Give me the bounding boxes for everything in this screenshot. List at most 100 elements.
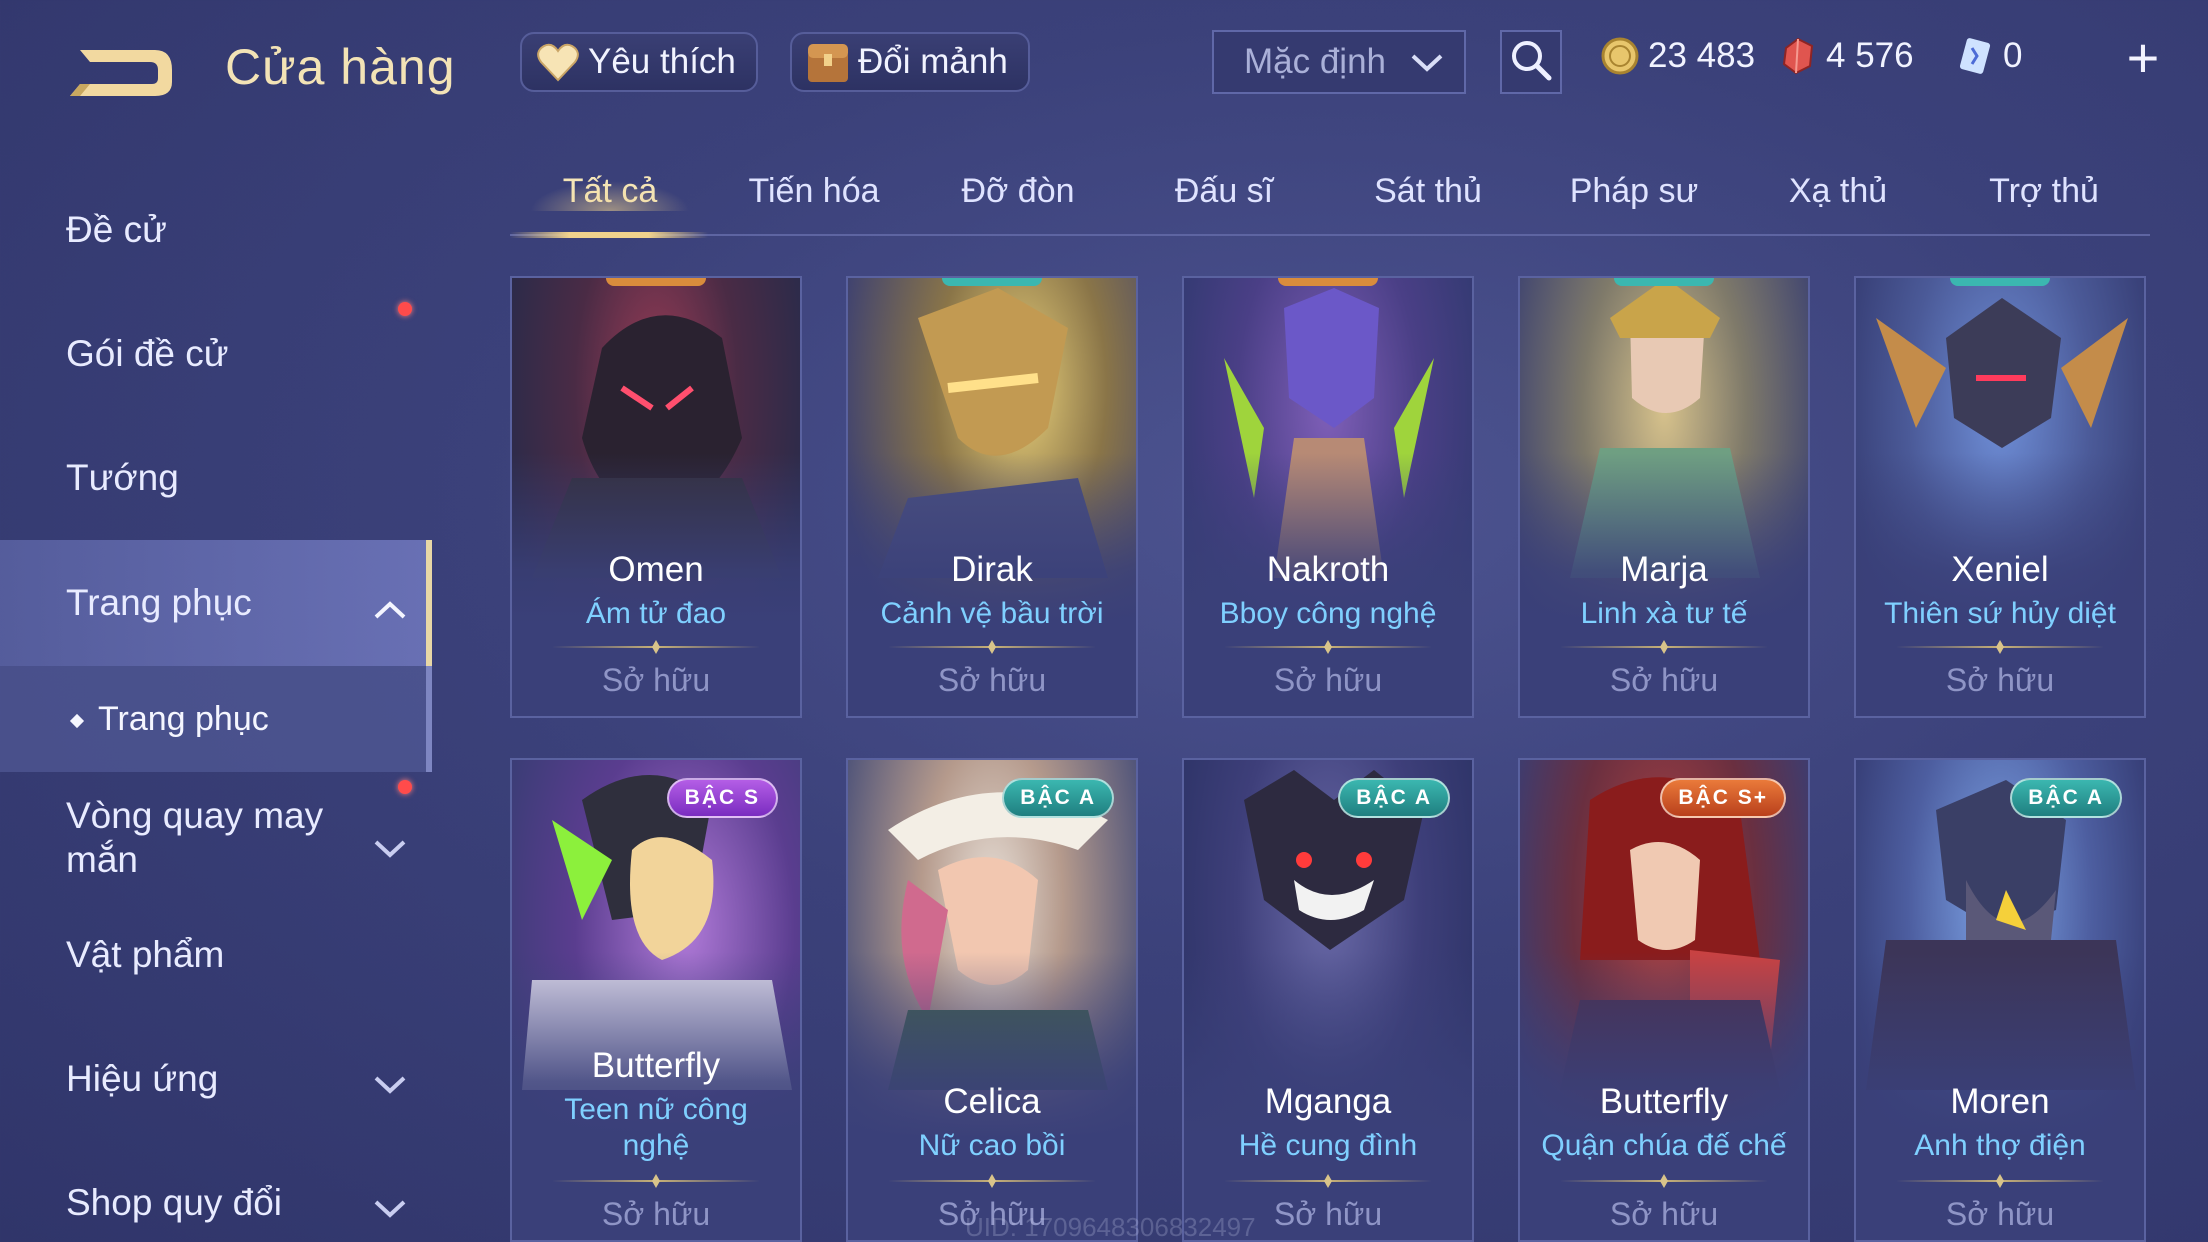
ownership-status: Sở hữu — [1609, 662, 1719, 698]
sidebar-item-label: Shop quy đổi — [66, 1182, 283, 1223]
back-arrow-icon[interactable] — [60, 30, 180, 108]
skin-card[interactable]: Omen Ám tử đao Sở hữu — [510, 276, 802, 718]
tab-tank[interactable]: Đỡ đòn — [918, 172, 1118, 211]
notification-dot — [398, 302, 412, 316]
tab-marksman[interactable]: Xạ thủ — [1738, 172, 1938, 211]
sidebar-item-featured[interactable]: Đề cử — [0, 180, 432, 280]
chevron-down-icon — [373, 1063, 407, 1105]
tier-ribbon — [1278, 278, 1378, 286]
hero-name: Moren — [1950, 1082, 2050, 1121]
tab-all[interactable]: Tất cả — [510, 172, 710, 211]
gem-balance: 4 576 — [1778, 36, 1914, 76]
skin-name: Cảnh vệ bầu trời — [880, 597, 1104, 630]
exchange-label: Đổi mảnh — [858, 42, 1008, 81]
skin-name: Ám tử đao — [585, 597, 727, 630]
tab-label: Đấu sĩ — [1174, 172, 1274, 210]
skin-card[interactable]: BẬC A Moren Anh thợ điện Sở hữu — [1854, 758, 2146, 1242]
tier-badge: BẬC S+ — [1660, 778, 1786, 818]
hero-name: Omen — [608, 550, 704, 589]
ownership-status: Sở hữu — [1273, 662, 1383, 698]
sidebar-item-skins[interactable]: Trang phục — [0, 540, 432, 666]
skin-name: Anh thợ điện — [1914, 1129, 2086, 1162]
search-icon — [1509, 38, 1553, 87]
sidebar-item-label: Đề cử — [66, 209, 167, 250]
hero-name: Mganga — [1264, 1082, 1392, 1121]
sidebar-item-exchange-shop[interactable]: Shop quy đổi — [0, 1153, 432, 1242]
category-tabs: Tất cả Tiến hóa Đỡ đòn Đấu sĩ Sát thủ Ph… — [510, 160, 2150, 238]
tab-fighter[interactable]: Đấu sĩ — [1124, 172, 1324, 211]
card-divider — [1560, 1180, 1768, 1182]
tier-ribbon — [606, 278, 706, 286]
hero-name: Butterfly — [1599, 1082, 1729, 1121]
hero-name: Xeniel — [1951, 550, 2049, 589]
skin-name: Quận chúa đế chế — [1541, 1129, 1787, 1162]
card-divider — [1896, 1180, 2104, 1182]
sort-dropdown[interactable]: Mặc định — [1212, 30, 1466, 94]
skin-name: Bboy công nghệ — [1219, 597, 1437, 630]
sidebar-item-effects[interactable]: Hiệu ứng — [0, 1029, 432, 1129]
tab-glow — [530, 181, 690, 211]
sidebar-item-label: Tướng — [66, 457, 179, 498]
tier-badge: BẬC A — [1338, 778, 1450, 818]
chevron-down-icon — [373, 1187, 407, 1229]
ownership-status: Sở hữu — [1945, 662, 2055, 698]
skin-card[interactable]: Marja Linh xà tư tế Sở hữu — [1518, 276, 1810, 718]
heart-icon — [534, 38, 582, 86]
sidebar-item-items[interactable]: Vật phẩm — [0, 905, 432, 1005]
red-gem-icon — [1778, 36, 1818, 76]
card-divider — [1560, 646, 1768, 648]
sidebar-item-lucky-spin[interactable]: Vòng quay may mắn — [0, 776, 432, 900]
tab-evolution[interactable]: Tiến hóa — [714, 172, 914, 211]
voucher-amount: 0 — [2003, 36, 2023, 75]
chevron-up-icon — [373, 588, 407, 630]
hero-name: Celica — [943, 1082, 1041, 1121]
card-divider — [552, 646, 760, 648]
tab-assassin[interactable]: Sát thủ — [1328, 172, 1528, 211]
skin-card[interactable]: Dirak Cảnh vệ bầu trời Sở hữu — [846, 276, 1138, 718]
ownership-status: Sở hữu — [601, 1196, 711, 1232]
sidebar-item-featured-bundles[interactable]: Gói đề cử — [0, 304, 432, 404]
tier-badge: BẬC A — [1002, 778, 1114, 818]
exchange-shards-button[interactable]: Đổi mảnh — [790, 32, 1030, 92]
favorites-label: Yêu thích — [588, 42, 736, 81]
sidebar-subitem-skins[interactable]: Trang phục — [0, 666, 432, 772]
skin-card[interactable]: Xeniel Thiên sứ hủy diệt Sở hữu — [1854, 276, 2146, 718]
hero-name: Dirak — [951, 550, 1033, 589]
skin-card[interactable]: BẬC S Butterfly Teen nữ công nghệ Sở hữu — [510, 758, 802, 1242]
sidebar: Đề cử Gói đề cử Tướng Trang phục Trang p… — [0, 170, 432, 1242]
sidebar-item-label: Gói đề cử — [66, 333, 229, 374]
treasure-chest-icon — [804, 38, 852, 86]
favorites-button[interactable]: Yêu thích — [520, 32, 758, 92]
skin-name: Teen nữ công nghệ — [564, 1093, 748, 1162]
skin-name: Hề cung đình — [1238, 1129, 1418, 1162]
hero-name: Marja — [1620, 550, 1708, 589]
skin-card[interactable]: BẬC S+ Butterfly Quận chúa đế chế Sở hữu — [1518, 758, 1810, 1242]
card-divider — [1896, 646, 2104, 648]
tab-support[interactable]: Trợ thủ — [1944, 172, 2144, 211]
skin-card[interactable]: BẬC A Celica Nữ cao bồi Sở hữu — [846, 758, 1138, 1242]
sidebar-item-label: Hiệu ứng — [66, 1058, 219, 1099]
tab-mage[interactable]: Pháp sư — [1534, 172, 1734, 211]
notification-dot — [398, 780, 412, 794]
ownership-status: Sở hữu — [601, 662, 711, 698]
tab-label: Đỡ đòn — [961, 172, 1075, 210]
page-title: Cửa hàng — [225, 39, 456, 95]
sidebar-subitem-label: Trang phục — [98, 699, 269, 738]
uid-watermark: UID: 1709648306832497 — [965, 1212, 1256, 1242]
sidebar-item-heroes[interactable]: Tướng — [0, 428, 432, 528]
chevron-down-icon — [1410, 42, 1444, 82]
ownership-status: Sở hữu — [1945, 1196, 2055, 1232]
skin-card[interactable]: BẬC A Mganga Hề cung đình Sở hữu — [1182, 758, 1474, 1242]
tier-ribbon — [1950, 278, 2050, 286]
hero-name: Butterfly — [591, 1046, 721, 1085]
ownership-status: Sở hữu — [1609, 1196, 1719, 1232]
tab-label: Trợ thủ — [1989, 172, 2099, 210]
hero-name: Nakroth — [1266, 550, 1390, 589]
skin-card[interactable]: Nakroth Bboy công nghệ Sở hữu — [1182, 276, 1474, 718]
gold-balance: 23 483 — [1600, 36, 1755, 76]
card-divider — [888, 1180, 1096, 1182]
search-button[interactable] — [1500, 30, 1562, 94]
tab-label: Pháp sư — [1569, 172, 1699, 210]
add-currency-button[interactable]: + — [2118, 28, 2168, 88]
gold-coin-icon — [1600, 36, 1640, 76]
